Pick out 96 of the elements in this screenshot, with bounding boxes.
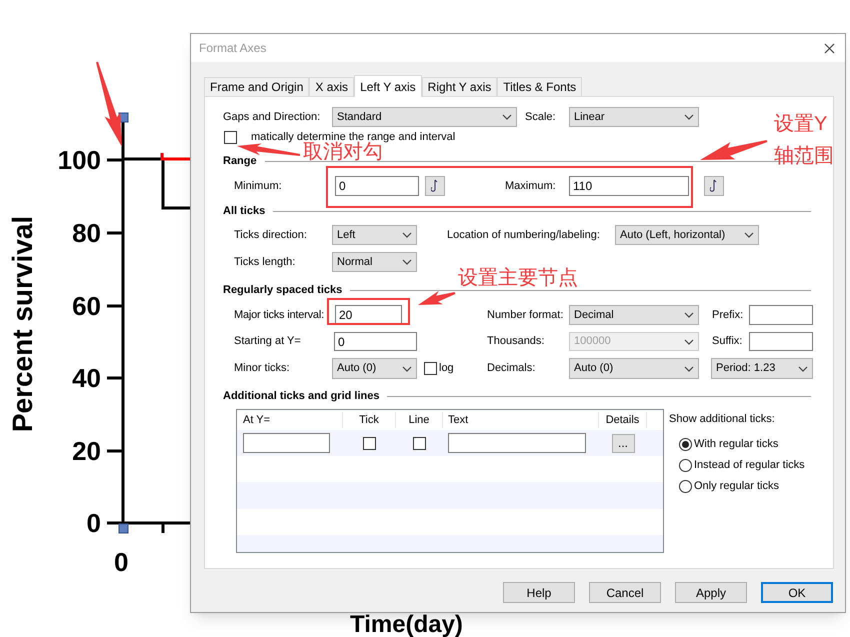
field-label: Minimum: [234,178,283,194]
selection-handle [118,524,128,534]
field-label: Gaps and Direction: [223,110,322,125]
dialog-button[interactable]: Apply [675,582,747,603]
column-header: Tick [343,412,396,428]
tab[interactable]: X axis [309,77,354,96]
annotation-arrow [418,290,456,305]
field-label: log [439,361,455,376]
checkbox[interactable] [224,131,237,144]
field-label: matically determine the range and interval [251,131,456,143]
field-label: Prefix: [712,308,744,323]
field-label: With regular ticks [694,436,778,452]
annotation-text: 设置主要节点 [458,266,578,290]
link-button[interactable] [704,176,724,196]
field-label: Major ticks interval: [234,308,325,323]
field-label: Instead of regular ticks [694,458,805,473]
window-title: Format Axes [199,40,266,57]
field-label: Suffix: [712,334,744,350]
dropdown[interactable]: Normal [332,252,417,272]
chevron-down-icon [402,259,412,265]
chevron-down-icon [684,366,694,372]
input-field[interactable] [243,433,330,453]
annotation-arrow [237,144,300,156]
dropdown[interactable]: Decimal [569,305,699,325]
input-field[interactable]: 110 [569,176,689,196]
column-header: At Y= [237,412,343,428]
axis-tick-label: 80 [72,220,101,246]
dropdown[interactable]: Standard [332,107,517,127]
field-label: Minor ticks: [234,361,291,376]
field-label: Thousands: [487,334,546,350]
input-field[interactable] [749,332,813,351]
dialog-button[interactable]: Cancel [589,582,661,603]
chevron-down-icon [684,338,694,344]
group-label: Show additional ticks: [669,412,776,427]
details-button[interactable]: ... [612,434,634,452]
tab[interactable]: Left Y axis [354,75,422,97]
axis-title: Percent survival [8,214,38,434]
checkbox[interactable] [424,362,437,375]
checkbox[interactable] [413,436,426,450]
dialog-button[interactable]: Help [503,582,575,603]
dropdown[interactable]: Left [332,225,417,245]
chevron-down-icon [402,366,412,372]
chevron-down-icon [684,312,694,318]
field-label: Maximum: [505,178,557,194]
field-label: Ticks direction: [234,228,308,243]
axis-tick-label: 20 [72,438,101,464]
close-icon[interactable] [824,42,835,54]
hook-icon [710,179,718,193]
chevron-down-icon [798,366,808,372]
field-label: Ticks length: [234,254,296,270]
input-field[interactable]: 0 [334,332,417,351]
radio-button[interactable] [679,438,692,450]
column-header: Line [396,412,443,428]
column-header: Text [443,412,599,428]
field-label: Starting at Y= [234,334,302,350]
column-header: Details [599,412,647,428]
tab[interactable]: Titles & Fonts [497,77,582,96]
tab[interactable]: Frame and Origin [204,77,310,96]
annotation-arrow [700,140,768,160]
axis-tick-label: 40 [72,365,101,391]
input-field[interactable]: 20 [335,305,402,325]
field-label: Only regular ticks [694,478,779,494]
dialog-button[interactable]: OK [761,582,833,603]
dropdown[interactable]: Auto (0) [332,358,417,379]
section-heading: Range [223,154,257,169]
tab[interactable]: Right Y axis [422,77,498,96]
section-heading: All ticks [223,204,266,219]
field-label: Scale: [525,110,557,125]
axis-tick-label: 0 [114,549,128,575]
hook-icon [431,179,439,193]
radio-button[interactable] [679,480,692,492]
field-label: Location of numbering/labeling: [447,228,601,243]
input-field[interactable] [749,305,813,325]
axis-title: Time(day) [350,613,463,637]
dropdown[interactable]: Auto (Left, horizontal) [615,225,759,245]
annotation-text: 设置Y轴范围 [774,112,835,169]
axis-tick-label: 0 [86,510,101,536]
chevron-down-icon [744,232,754,238]
dropdown[interactable]: Period: 1.23 [711,358,813,379]
input-field[interactable] [448,433,586,453]
section-heading: Additional ticks and grid lines [223,388,380,404]
chevron-down-icon [684,114,694,120]
input-field[interactable]: 0 [335,176,419,196]
link-button[interactable] [425,176,445,196]
axis-tick-label: 100 [58,147,101,173]
chevron-down-icon [402,232,412,238]
annotation-text: 取消对勾 [303,141,383,164]
field-label: Decimals: [487,361,536,376]
field-label: Number format: [487,308,564,323]
dropdown[interactable]: Auto (0) [569,358,699,379]
checkbox[interactable] [363,436,376,450]
dropdown[interactable]: Linear [569,107,699,127]
radio-button[interactable] [679,458,692,472]
section-heading: Regularly spaced ticks [223,282,342,298]
axis-tick-label: 60 [72,293,101,319]
chevron-down-icon [502,114,512,120]
